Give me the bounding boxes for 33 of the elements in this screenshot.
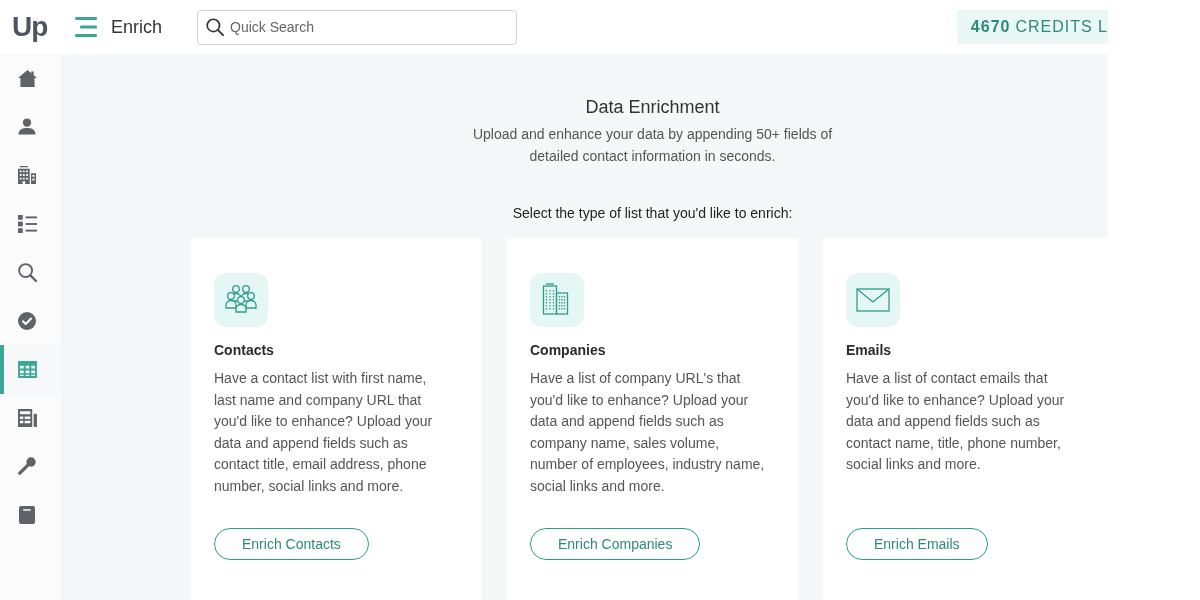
microphone-icon [18, 457, 36, 476]
card-title: Companies [530, 341, 606, 360]
sidebar-item[interactable] [0, 345, 62, 394]
card-description: Have a contact list with first name, last name and company URL that you'd like to enhance? Upload your data and append fields such as contact title, email address, phone number, social links and more. [214, 369, 434, 496]
envelope-icon [846, 273, 900, 327]
book-icon [19, 505, 35, 524]
search-field[interactable]: Quick Search [197, 9, 518, 45]
section-title: Data Enrichment [584, 96, 721, 119]
check-circle-icon [18, 311, 36, 330]
enrich-button[interactable]: Enrich Contacts [214, 528, 369, 560]
ledger-icon [17, 408, 37, 427]
card-title: Emails [846, 341, 892, 360]
home-icon [17, 69, 37, 87]
logo[interactable]: Up [12, 11, 48, 43]
card-title: Contacts [214, 341, 274, 360]
card-description: Have a list of contact emails that you'd like to enhance? Upload your data and append fields such as contact name, title, phone number, social links and more. [846, 369, 1066, 474]
section-description: Upload and enhance your data by appending 50+ fields of detailed contact information in seconds. [471, 125, 834, 166]
list-type-prompt: Select the type of list that you'd like to enrich: [511, 204, 794, 223]
page-title: Enrich [111, 16, 163, 38]
card-description: Have a list of company URL's that you'd like to enhance? Upload your data and append fields such as company name, sales volume, number of employees, industry name, social links and more. [530, 369, 766, 496]
enrich-button[interactable]: Enrich Emails [846, 528, 988, 560]
building-icon [18, 166, 36, 185]
person-icon [18, 118, 36, 136]
menu-icon[interactable] [75, 17, 97, 37]
credits-label: CREDITS L [1015, 18, 1108, 36]
search-icon [206, 17, 225, 36]
people-group-icon [214, 273, 268, 327]
list-icon [17, 214, 37, 233]
enrich-button[interactable]: Enrich Companies [530, 528, 701, 560]
table-icon [17, 360, 37, 378]
search-icon [17, 262, 37, 282]
credits-count: 4670 [970, 18, 1011, 36]
buildings-icon [530, 273, 584, 327]
